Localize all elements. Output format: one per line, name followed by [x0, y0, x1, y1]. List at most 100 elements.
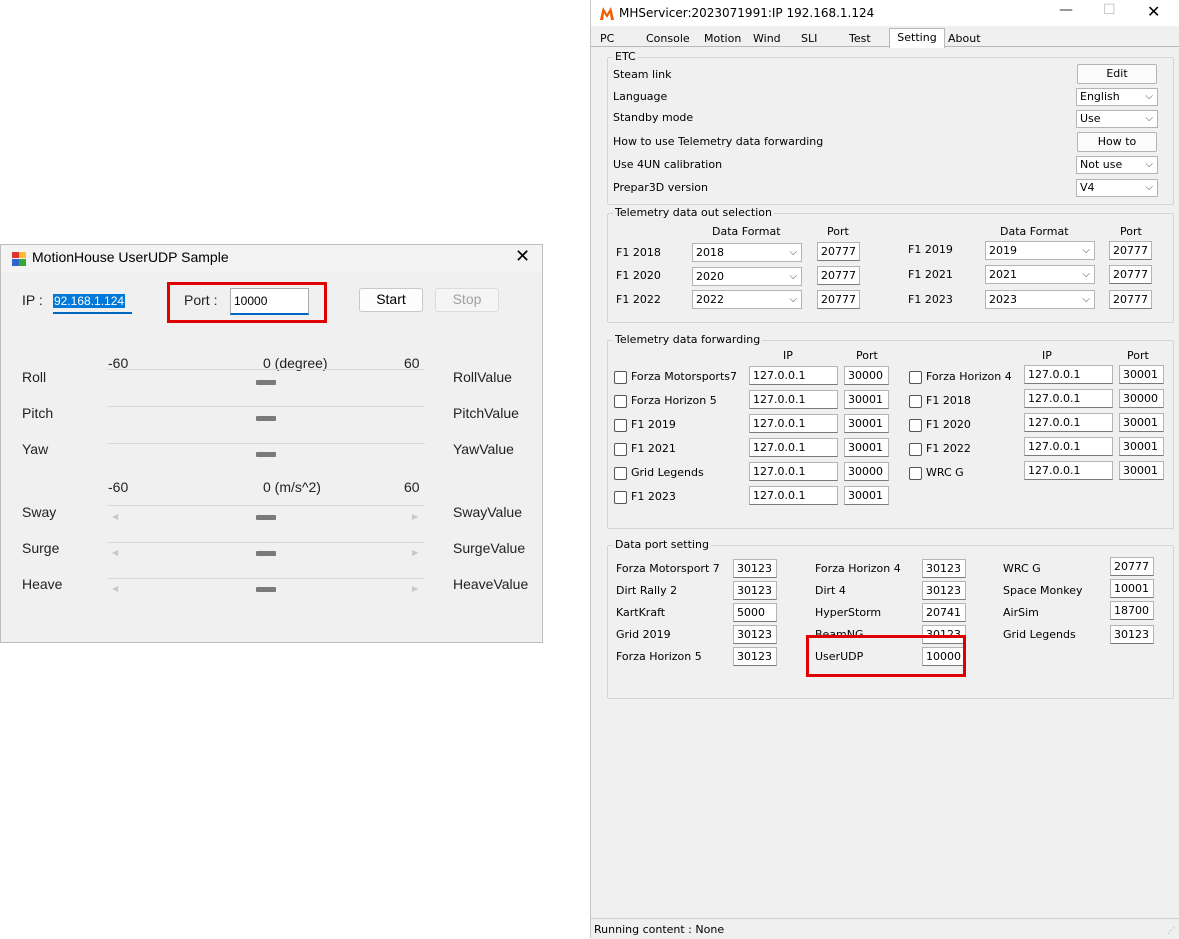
surge-slider-track[interactable] [107, 542, 425, 543]
fwd-f1-2020-checkbox[interactable] [909, 419, 922, 432]
fwd-fh4-ip[interactable]: 127.0.0.1 [1024, 365, 1113, 384]
fwd-wrcg-port[interactable]: 30001 [1119, 461, 1164, 480]
fwd-f1-2022-ip[interactable]: 127.0.0.1 [1024, 437, 1113, 456]
fwd-f1-2020-port[interactable]: 30001 [1119, 413, 1164, 432]
dp-dirt-rally-2-port[interactable]: 30123 [733, 581, 777, 600]
resize-grip-icon[interactable]: ⋰ [1167, 926, 1175, 935]
out-f1-2019-format[interactable]: 2019 ⌵ [985, 241, 1095, 260]
fwd-fm7-ip[interactable]: 127.0.0.1 [749, 366, 838, 385]
surge-right-arrow-icon[interactable]: ▶ [412, 548, 418, 557]
tab-setting[interactable]: Setting [889, 28, 945, 48]
fwd-f1-2023-ip[interactable]: 127.0.0.1 [749, 486, 838, 505]
fwd-fh4-checkbox[interactable] [909, 371, 922, 384]
tab-console[interactable]: Console [644, 30, 692, 47]
fwd-f1-2022-checkbox[interactable] [909, 443, 922, 456]
fwd-grid-legends-ip[interactable]: 127.0.0.1 [749, 462, 838, 481]
out-f1-2023-format[interactable]: 2023 ⌵ [985, 290, 1095, 309]
out-f1-2019-port[interactable]: 20777 [1109, 241, 1152, 260]
surge-slider-thumb[interactable] [256, 551, 276, 556]
tab-pc[interactable]: PC [598, 30, 616, 47]
how-to-button[interactable]: How to [1077, 132, 1157, 152]
fwd-f1-2018-ip[interactable]: 127.0.0.1 [1024, 389, 1113, 408]
out-f1-2023-port[interactable]: 20777 [1109, 290, 1152, 309]
fwd-f1-2019-port[interactable]: 30001 [844, 414, 889, 433]
port-input[interactable]: 10000 [230, 288, 309, 315]
fwd-f1-2022-port[interactable]: 30001 [1119, 437, 1164, 456]
tab-sli[interactable]: SLI [799, 30, 819, 47]
tab-about[interactable]: About [946, 30, 983, 47]
maximize-icon[interactable]: ☐ [1103, 2, 1116, 18]
dp-fm7-port[interactable]: 30123 [733, 559, 777, 578]
stop-button[interactable]: Stop [435, 288, 499, 312]
surge-left-arrow-icon[interactable]: ◀ [112, 548, 118, 557]
pitch-slider-thumb[interactable] [256, 416, 276, 421]
roll-slider-track[interactable] [107, 369, 425, 370]
ip-input[interactable]: 92.168.1.124 [53, 290, 132, 314]
dp-fh5-port[interactable]: 30123 [733, 647, 777, 666]
fwd-fh5-port[interactable]: 30001 [844, 390, 889, 409]
heave-slider-thumb[interactable] [256, 587, 276, 592]
out-f1-2022-format[interactable]: 2022 ⌵ [692, 290, 802, 309]
dp-space-monkey-port[interactable]: 10001 [1110, 579, 1154, 598]
fwd-f1-2021-checkbox[interactable] [614, 443, 627, 456]
dp-fh4-port[interactable]: 30123 [922, 559, 966, 578]
sway-slider-thumb[interactable] [256, 515, 276, 520]
heave-slider-track[interactable] [107, 578, 425, 579]
out-f1-2022-port[interactable]: 20777 [817, 290, 860, 309]
fwd-grid-legends-port[interactable]: 30000 [844, 462, 889, 481]
fwd-grid-legends-checkbox[interactable] [614, 467, 627, 480]
out-f1-2018-port[interactable]: 20777 [817, 242, 860, 261]
servicer-close-icon[interactable]: ✕ [1147, 2, 1160, 21]
tab-wind[interactable]: Wind [751, 30, 783, 47]
dp-grid-legends-port[interactable]: 30123 [1110, 625, 1154, 644]
pitch-slider-track[interactable] [107, 406, 425, 407]
sway-slider-track[interactable] [107, 505, 425, 506]
fwd-fm7-checkbox[interactable] [614, 371, 627, 384]
dp-dirt-4-port[interactable]: 30123 [922, 581, 966, 600]
yaw-slider-thumb[interactable] [256, 452, 276, 457]
heave-left-arrow-icon[interactable]: ◀ [112, 584, 118, 593]
fwd-f1-2019-checkbox[interactable] [614, 419, 627, 432]
tab-motion[interactable]: Motion [702, 30, 743, 47]
fwd-fm7-port[interactable]: 30000 [844, 366, 889, 385]
out-f1-2020-port[interactable]: 20777 [817, 266, 860, 285]
dp-airsim-port[interactable]: 18700 [1110, 601, 1154, 620]
minimize-icon[interactable]: — [1059, 2, 1073, 18]
standby-select[interactable]: Use ⌵ [1076, 110, 1158, 128]
fwd-f1-2023-port[interactable]: 30001 [844, 486, 889, 505]
heave-right-arrow-icon[interactable]: ▶ [412, 584, 418, 593]
fwd-f1-2018-port[interactable]: 30000 [1119, 389, 1164, 408]
language-select[interactable]: English ⌵ [1076, 88, 1158, 106]
fwd-fh5-checkbox[interactable] [614, 395, 627, 408]
dp-kartkraft-port[interactable]: 5000 [733, 603, 777, 622]
fwd-f1-2018-checkbox[interactable] [909, 395, 922, 408]
fwd-f1-2023-checkbox[interactable] [614, 491, 627, 504]
dp-wrcg-port[interactable]: 20777 [1110, 557, 1154, 576]
sway-right-arrow-icon[interactable]: ▶ [412, 512, 418, 521]
mh-logo-icon [599, 5, 615, 21]
fwd-f1-2020-ip[interactable]: 127.0.0.1 [1024, 413, 1113, 432]
tab-test[interactable]: Test [847, 30, 873, 47]
yaw-slider-track[interactable] [107, 443, 425, 444]
fwd-f1-2019-ip[interactable]: 127.0.0.1 [749, 414, 838, 433]
start-button[interactable]: Start [359, 288, 423, 312]
sway-left-arrow-icon[interactable]: ◀ [112, 512, 118, 521]
out-f1-2020-format[interactable]: 2020 ⌵ [692, 267, 802, 286]
fwd-grid-legends-label: Grid Legends [631, 466, 704, 479]
out-f1-2021-format[interactable]: 2021 ⌵ [985, 265, 1095, 284]
close-icon[interactable]: ✕ [515, 246, 530, 267]
fwd-wrcg-checkbox[interactable] [909, 467, 922, 480]
edit-button[interactable]: Edit [1077, 64, 1157, 84]
prepar3d-select[interactable]: V4 ⌵ [1076, 179, 1158, 197]
out-f1-2018-format[interactable]: 2018 ⌵ [692, 243, 802, 262]
fwd-fh5-ip[interactable]: 127.0.0.1 [749, 390, 838, 409]
fwd-f1-2021-ip[interactable]: 127.0.0.1 [749, 438, 838, 457]
fwd-f1-2021-port[interactable]: 30001 [844, 438, 889, 457]
dp-grid-2019-port[interactable]: 30123 [733, 625, 777, 644]
fwd-wrcg-ip[interactable]: 127.0.0.1 [1024, 461, 1113, 480]
roll-slider-thumb[interactable] [256, 380, 276, 385]
dp-hyperstorm-port[interactable]: 20741 [922, 603, 966, 622]
calibration-select[interactable]: Not use ⌵ [1076, 156, 1158, 174]
out-f1-2021-port[interactable]: 20777 [1109, 265, 1152, 284]
fwd-fh4-port[interactable]: 30001 [1119, 365, 1164, 384]
